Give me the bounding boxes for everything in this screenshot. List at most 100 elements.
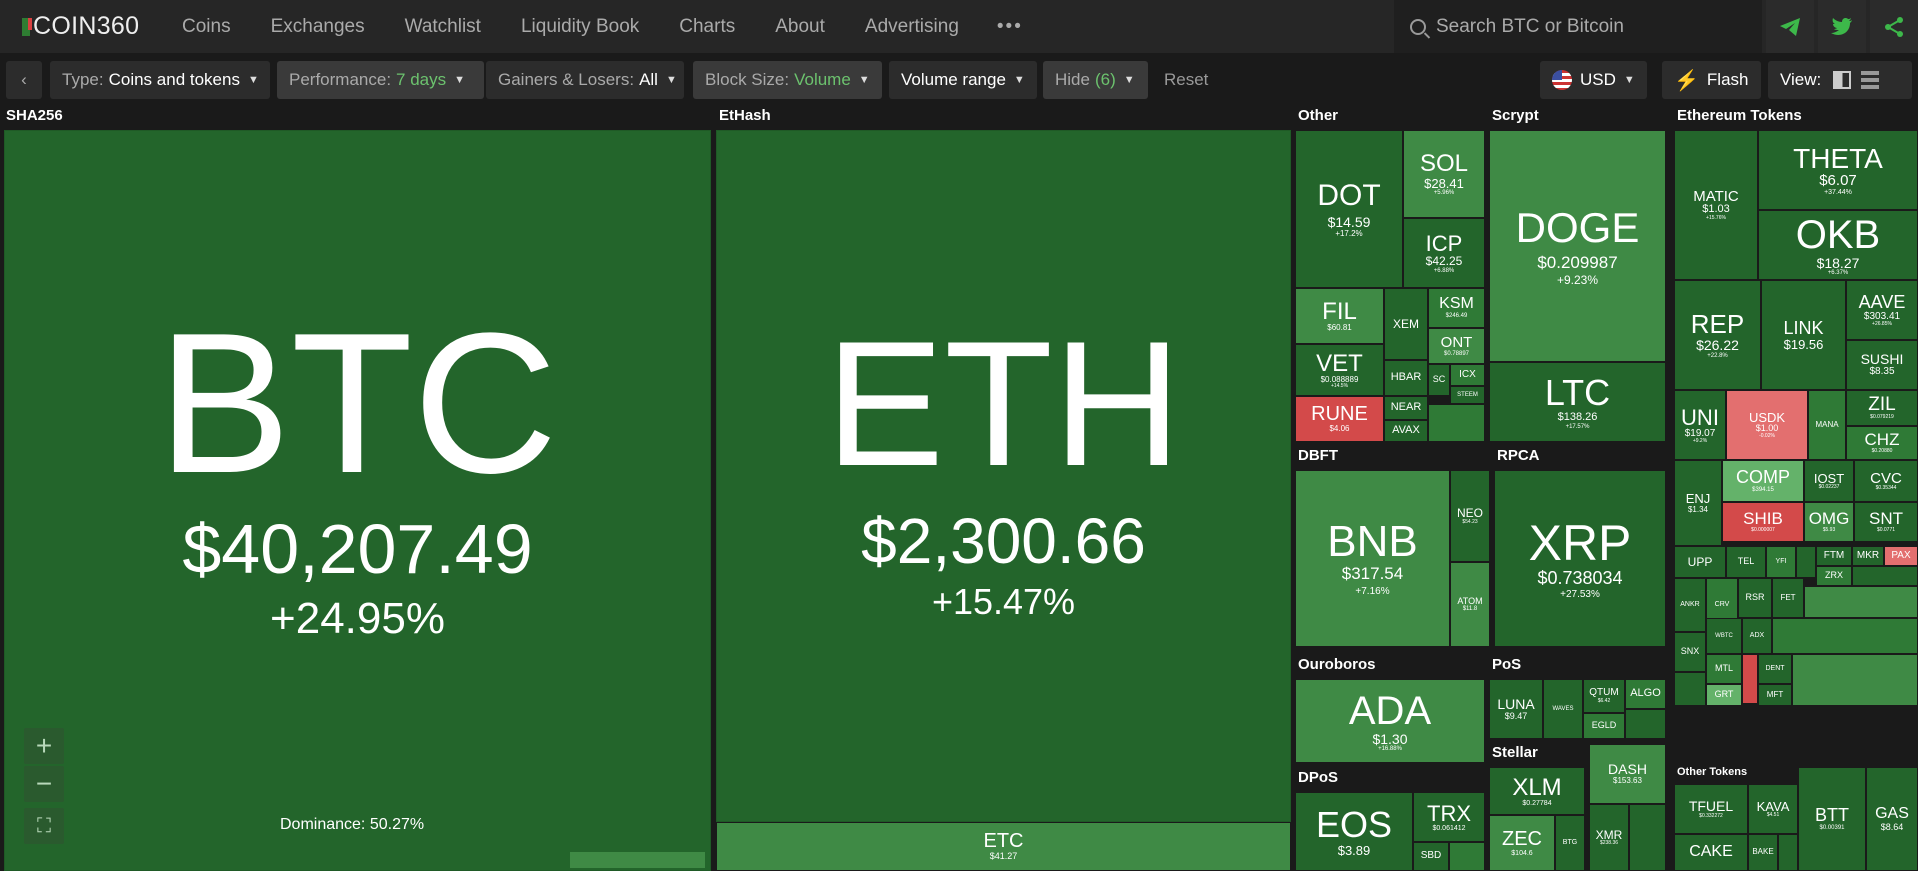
tile-qtum[interactable]: QTUM $6.42 xyxy=(1583,679,1625,713)
tile-adx[interactable]: ADX xyxy=(1742,618,1772,654)
zoom-out-button[interactable]: − xyxy=(24,766,64,802)
tile-mkr[interactable]: MKR xyxy=(1852,546,1884,566)
tile-snx[interactable]: SNX xyxy=(1674,632,1706,672)
tile-grt[interactable]: GRT xyxy=(1706,684,1742,706)
tile-xmr[interactable]: XMR $238.36 xyxy=(1589,804,1629,871)
tile-upp[interactable]: UPP xyxy=(1674,546,1726,578)
tile-xem[interactable]: XEM xyxy=(1384,288,1428,360)
tile-avax[interactable]: AVAX xyxy=(1384,420,1428,442)
tile-chz[interactable]: CHZ $0.20880 xyxy=(1846,426,1918,460)
type-dropdown[interactable]: Type: Coins and tokens ▼ xyxy=(50,61,270,99)
tile-comp[interactable]: COMP $394.15 xyxy=(1722,460,1804,502)
nav-charts[interactable]: Charts xyxy=(679,16,735,38)
tile-pax[interactable]: PAX xyxy=(1884,546,1918,566)
tile-algo[interactable]: ALGO xyxy=(1625,679,1666,709)
tile-cake[interactable]: CAKE xyxy=(1674,834,1748,871)
tile-ankr[interactable]: ANKR xyxy=(1674,578,1706,632)
tile-iost[interactable]: IOST $0.02237 xyxy=(1804,460,1854,502)
tile-zrx[interactable]: ZRX xyxy=(1816,566,1852,586)
logo[interactable]: COIN360 xyxy=(22,12,182,41)
tile-small-eth-5[interactable] xyxy=(1792,654,1918,706)
tile-etc[interactable]: ETC $41.27 xyxy=(716,822,1291,871)
tile-rsr[interactable]: RSR xyxy=(1738,578,1772,618)
tile-link[interactable]: LINK $19.56 xyxy=(1761,280,1846,390)
tile-rune[interactable]: RUNE $4.06 xyxy=(1295,396,1384,442)
tile-dent[interactable]: DENT xyxy=(1758,654,1792,684)
tile-eos[interactable]: EOS $3.89 xyxy=(1295,792,1413,871)
tile-yfi[interactable]: YFI xyxy=(1766,546,1796,578)
tile-waves[interactable]: WAVES xyxy=(1543,679,1583,739)
tile-ltc[interactable]: LTC $138.26 +17.57% xyxy=(1489,362,1666,442)
tile-tel[interactable]: TEL xyxy=(1726,546,1766,578)
list-view-icon[interactable] xyxy=(1861,71,1880,89)
tile-icx[interactable]: ICX xyxy=(1450,364,1485,386)
nav-watchlist[interactable]: Watchlist xyxy=(405,16,481,38)
tile-bake[interactable]: BAKE xyxy=(1748,834,1778,871)
telegram-icon[interactable] xyxy=(1766,0,1814,53)
tile-atom[interactable]: ATOM $11.8 xyxy=(1450,562,1490,647)
tile-ada[interactable]: ADA $1.30 +16.88% xyxy=(1295,679,1485,763)
nav-coins[interactable]: Coins xyxy=(182,16,231,38)
tile-dash[interactable]: DASH $153.63 xyxy=(1589,744,1666,804)
tile-fet[interactable]: FET xyxy=(1772,578,1804,618)
tile-wbtc[interactable]: WBTC xyxy=(1706,618,1742,654)
tile-cvc[interactable]: CVC $0.35344 xyxy=(1854,460,1918,502)
tile-gas[interactable]: GAS $8.64 xyxy=(1866,767,1918,871)
tile-eth[interactable]: ETH $2,300.66 +15.47% xyxy=(716,130,1291,822)
tile-small-other[interactable] xyxy=(1428,404,1485,442)
fullscreen-icon[interactable]: ⛶ xyxy=(24,808,64,844)
tile-ont[interactable]: ONT $0.78897 xyxy=(1428,328,1485,364)
tile-sol[interactable]: SOL $28.41 +5.96% xyxy=(1403,130,1485,218)
tile-rep[interactable]: REP $26.22 +22.8% xyxy=(1674,280,1761,390)
tile-xrp[interactable]: XRP $0.738034 +27.53% xyxy=(1494,470,1666,647)
tile-btg[interactable]: BTG xyxy=(1555,815,1585,871)
tile-steem[interactable]: STEEM xyxy=(1450,386,1485,404)
tile-trx[interactable]: TRX $0.061412 xyxy=(1413,792,1485,842)
tile-usdk[interactable]: USDK $1.00 -0.02% xyxy=(1726,390,1808,460)
tile-small-eth-6[interactable] xyxy=(1674,672,1706,706)
tile-small-stellar[interactable] xyxy=(1629,804,1666,871)
tile-small-eth-3[interactable] xyxy=(1804,586,1918,618)
tile-mft[interactable]: MFT xyxy=(1758,684,1792,706)
tile-okb[interactable]: OKB $18.27 +6.37% xyxy=(1758,210,1918,280)
tile-small-red[interactable] xyxy=(1742,654,1758,704)
nav-advertising[interactable]: Advertising xyxy=(865,16,959,38)
tile-tfuel[interactable]: TFUEL $0.332272 xyxy=(1674,784,1748,834)
currency-dropdown[interactable]: USD ▼ xyxy=(1540,61,1647,99)
tile-small-pos[interactable] xyxy=(1625,709,1666,739)
performance-dropdown[interactable]: Performance: 7 days ▼ xyxy=(277,61,484,99)
tile-doge[interactable]: DOGE $0.209987 +9.23% xyxy=(1489,130,1666,362)
zoom-in-button[interactable]: + xyxy=(24,728,64,764)
tile-small-dpos[interactable] xyxy=(1449,842,1485,871)
gainers-losers-dropdown[interactable]: Gainers & Losers: All ▼ xyxy=(486,61,684,99)
tile-bnb[interactable]: BNB $317.54 +7.16% xyxy=(1295,470,1450,647)
tile-near[interactable]: NEAR xyxy=(1384,396,1428,420)
tile-shib[interactable]: SHIB $0.000007 xyxy=(1722,502,1804,542)
tile-small-eth-4[interactable] xyxy=(1772,618,1918,654)
tile-snt[interactable]: SNT $0.0771 xyxy=(1854,502,1918,542)
reset-button[interactable]: Reset xyxy=(1152,61,1220,99)
tile-fil[interactable]: FIL $60.81 xyxy=(1295,288,1384,344)
tile-small-eth[interactable] xyxy=(1796,546,1816,578)
tile-aave[interactable]: AAVE $303.41 +26.85% xyxy=(1846,280,1918,340)
tile-btc[interactable]: BTC $40,207.49 +24.95% xyxy=(4,130,711,871)
tile-mana[interactable]: MANA xyxy=(1808,390,1846,460)
flash-button[interactable]: ⚡ Flash xyxy=(1662,61,1761,99)
tile-small-other-token[interactable] xyxy=(1778,834,1798,871)
tile-small-eth-2[interactable] xyxy=(1852,566,1918,586)
hide-dropdown[interactable]: Hide (6) ▼ xyxy=(1043,61,1148,99)
tile-icp[interactable]: ICP $42.25 +6.88% xyxy=(1403,218,1485,288)
search-input[interactable]: Search BTC or Bitcoin xyxy=(1394,0,1762,53)
nav-about[interactable]: About xyxy=(775,16,825,38)
tile-ftm[interactable]: FTM xyxy=(1816,546,1852,566)
tile-matic[interactable]: MATIC $1.03 +15.76% xyxy=(1674,130,1758,280)
tile-vet[interactable]: VET $0.088889 +14.5% xyxy=(1295,344,1384,396)
tile-zil[interactable]: ZIL $0.079219 xyxy=(1846,390,1918,426)
small-tile[interactable] xyxy=(570,852,705,868)
tile-uni[interactable]: UNI $19.07 +9.2% xyxy=(1674,390,1726,460)
tile-enj[interactable]: ENJ $1.34 xyxy=(1674,460,1722,546)
tile-hbar[interactable]: HBAR xyxy=(1384,360,1428,396)
tile-kava[interactable]: KAVA $4.51 xyxy=(1748,784,1798,834)
block-size-dropdown[interactable]: Block Size: Volume ▼ xyxy=(693,61,882,99)
tile-theta[interactable]: THETA $6.07 +37.44% xyxy=(1758,130,1918,210)
